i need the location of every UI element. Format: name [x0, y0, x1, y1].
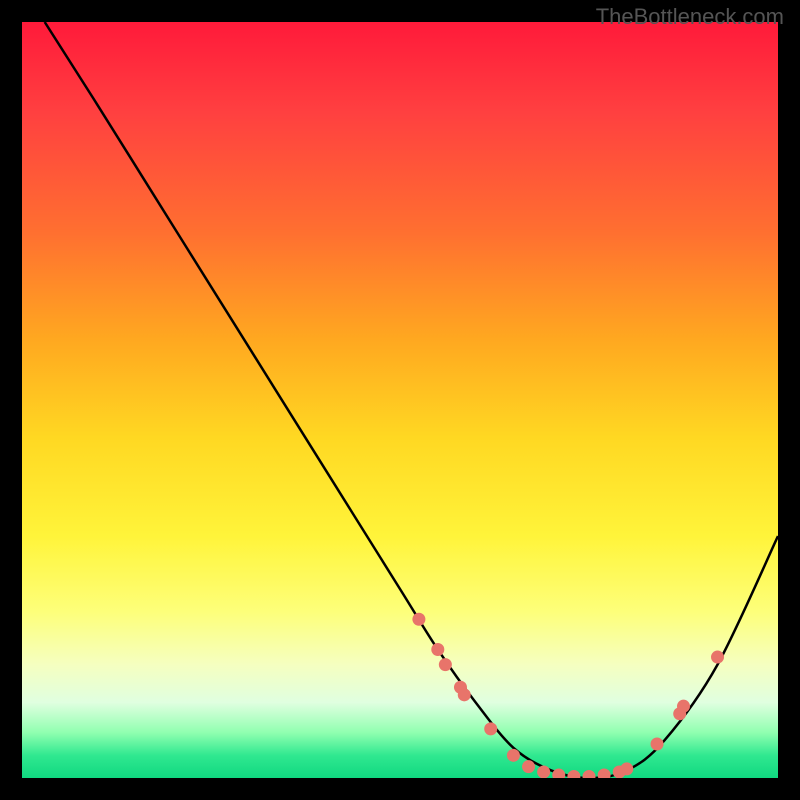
chart-plot-area: [22, 22, 778, 778]
watermark-text: TheBottleneck.com: [596, 4, 784, 30]
data-marker: [431, 643, 444, 656]
data-marker: [458, 688, 471, 701]
data-marker: [677, 700, 690, 713]
data-marker: [598, 768, 611, 778]
data-marker: [552, 768, 565, 778]
data-markers: [412, 613, 724, 778]
data-marker: [484, 722, 497, 735]
data-marker: [507, 749, 520, 762]
bottleneck-curve: [45, 22, 778, 778]
data-marker: [522, 760, 535, 773]
data-marker: [651, 737, 664, 750]
data-marker: [620, 762, 633, 775]
data-marker: [439, 658, 452, 671]
chart-svg: [22, 22, 778, 778]
data-marker: [537, 765, 550, 778]
data-marker: [711, 651, 724, 664]
data-marker: [412, 613, 425, 626]
data-marker: [583, 770, 596, 778]
data-marker: [567, 770, 580, 778]
